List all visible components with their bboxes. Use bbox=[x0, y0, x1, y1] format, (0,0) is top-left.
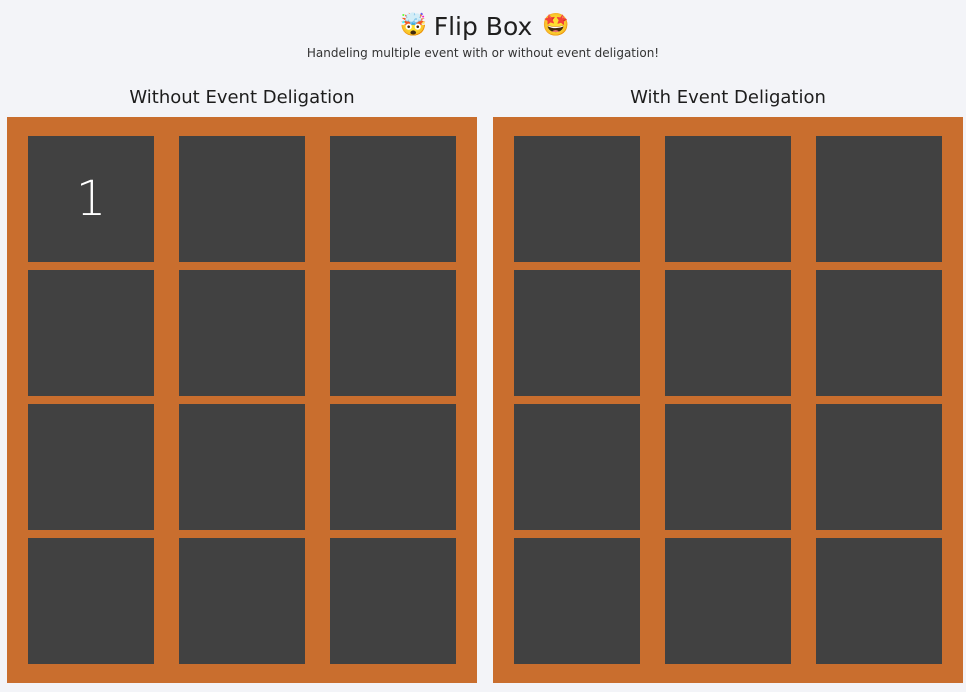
page-title: Flip Box bbox=[433, 12, 533, 41]
flip-box-cell[interactable] bbox=[514, 538, 640, 664]
flip-box-cell[interactable] bbox=[330, 270, 456, 396]
flip-box-cell[interactable] bbox=[179, 404, 305, 530]
flip-box-cell[interactable] bbox=[816, 270, 942, 396]
flip-box-cell[interactable] bbox=[665, 270, 791, 396]
flip-box-cell[interactable] bbox=[514, 136, 640, 262]
flip-box-cell[interactable] bbox=[330, 538, 456, 664]
without-delegation-title: Without Event Deligation bbox=[129, 87, 355, 108]
flip-box-cell[interactable] bbox=[179, 270, 305, 396]
with-delegation-grid bbox=[514, 136, 942, 664]
flip-box-cell[interactable] bbox=[816, 404, 942, 530]
flip-box-cell[interactable] bbox=[665, 404, 791, 530]
flip-box-cell[interactable] bbox=[816, 136, 942, 262]
without-delegation-board: 1 bbox=[7, 117, 477, 683]
flip-box-cell[interactable] bbox=[179, 136, 305, 262]
without-delegation-grid: 1 bbox=[28, 136, 456, 664]
flip-box-cell[interactable] bbox=[816, 538, 942, 664]
flip-box-cell[interactable] bbox=[28, 270, 154, 396]
flip-box-cell[interactable] bbox=[514, 404, 640, 530]
flip-box-cell[interactable] bbox=[28, 538, 154, 664]
page-title-row: 🤯 Flip Box 🤩 bbox=[399, 10, 570, 44]
flip-box-cell[interactable] bbox=[28, 404, 154, 530]
flip-box-cell[interactable] bbox=[514, 270, 640, 396]
flip-box-cell[interactable] bbox=[665, 136, 791, 262]
with-delegation-title: With Event Deligation bbox=[630, 87, 826, 108]
mind-blown-icon: 🤯 bbox=[399, 13, 428, 38]
with-delegation-board bbox=[493, 117, 963, 683]
flip-box-cell[interactable]: 1 bbox=[28, 136, 154, 262]
star-struck-icon: 🤩 bbox=[542, 13, 570, 38]
flip-box-cell[interactable] bbox=[330, 404, 456, 530]
page-header: 🤯 Flip Box 🤩 Handeling multiple event wi… bbox=[0, 10, 966, 61]
flip-box-cell[interactable] bbox=[179, 538, 305, 664]
flip-box-cell[interactable] bbox=[665, 538, 791, 664]
page-subtitle: Handeling multiple event with or without… bbox=[306, 46, 660, 60]
flip-box-cell[interactable] bbox=[330, 136, 456, 262]
